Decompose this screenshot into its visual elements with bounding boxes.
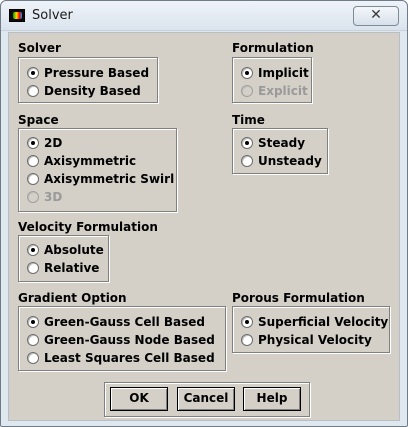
space-title: Space [18,113,59,127]
option-label: Least Squares Cell Based [44,351,215,365]
option-label: Steady [258,136,306,150]
radio-green-gauss-cell-based[interactable]: Green-Gauss Cell Based [27,313,205,331]
radio-button-icon[interactable] [27,262,39,274]
velocity-formulation-title: Velocity Formulation [18,220,158,234]
option-label: Axisymmetric [44,154,137,168]
option-label: Green-Gauss Node Based [44,333,215,347]
option-label: Axisymmetric Swirl [44,172,175,186]
solver-title: Solver [18,41,61,55]
radio-button-icon[interactable] [241,334,253,346]
formulation-title: Formulation [232,41,314,55]
radio-pressure-based[interactable]: Pressure Based [27,64,149,82]
option-label: Density Based [44,84,141,98]
radio-button-icon[interactable] [27,173,39,185]
radio-absolute[interactable]: Absolute [27,241,104,259]
title-bar[interactable]: Solver ✕ [1,1,407,31]
radio-button-icon [241,85,253,97]
radio-relative[interactable]: Relative [27,259,99,277]
help-button[interactable]: Help [243,387,301,411]
radio-implicit[interactable]: Implicit [241,64,309,82]
radio-button-icon[interactable] [241,316,253,328]
option-label: 3D [44,190,63,204]
window-title: Solver [32,8,73,23]
fluent-app-icon [9,9,25,22]
radio-2d[interactable]: 2D [27,134,62,152]
radio-least-squares-cell-based[interactable]: Least Squares Cell Based [27,349,215,367]
radio-button-icon[interactable] [241,155,253,167]
option-label: 2D [44,136,63,150]
radio-green-gauss-node-based[interactable]: Green-Gauss Node Based [27,331,215,349]
gradient-option-title: Gradient Option [18,291,127,305]
radio-button-icon[interactable] [241,137,253,149]
option-label: Explicit [258,84,308,98]
option-label: Implicit [258,66,309,80]
porous-formulation-title: Porous Formulation [232,291,365,305]
radio-button-icon[interactable] [27,85,39,97]
option-label: Unsteady [258,154,322,168]
radio-superficial-velocity[interactable]: Superficial Velocity [241,313,388,331]
radio-button-icon[interactable] [27,316,39,328]
radio-button-icon[interactable] [27,244,39,256]
radio-explicit: Explicit [241,82,308,100]
option-label: Absolute [44,243,104,257]
ok-button[interactable]: OK [110,387,168,411]
radio-steady[interactable]: Steady [241,134,305,152]
radio-button-icon [27,191,39,203]
time-title: Time [232,113,265,127]
option-label: Relative [44,261,100,275]
option-label: Pressure Based [44,66,150,80]
option-label: Green-Gauss Cell Based [44,315,205,329]
radio-button-icon[interactable] [27,67,39,79]
cancel-button[interactable]: Cancel [177,387,235,411]
radio-button-icon[interactable] [27,155,39,167]
radio-button-icon[interactable] [27,334,39,346]
radio-button-icon[interactable] [241,67,253,79]
dialog-body: Solver Pressure Based Density Based Form… [8,32,400,421]
radio-density-based[interactable]: Density Based [27,82,141,100]
close-button[interactable]: ✕ [353,6,399,26]
option-label: Superficial Velocity [258,315,389,329]
radio-physical-velocity[interactable]: Physical Velocity [241,331,372,349]
radio-axisymmetric[interactable]: Axisymmetric [27,152,136,170]
radio-button-icon[interactable] [27,352,39,364]
radio-3d: 3D [27,188,62,206]
radio-axisymmetric-swirl[interactable]: Axisymmetric Swirl [27,170,174,188]
solver-dialog: Solver ✕ Solver Pressure Based Density B… [0,0,408,427]
radio-button-icon[interactable] [27,137,39,149]
radio-unsteady[interactable]: Unsteady [241,152,322,170]
option-label: Physical Velocity [258,333,372,347]
